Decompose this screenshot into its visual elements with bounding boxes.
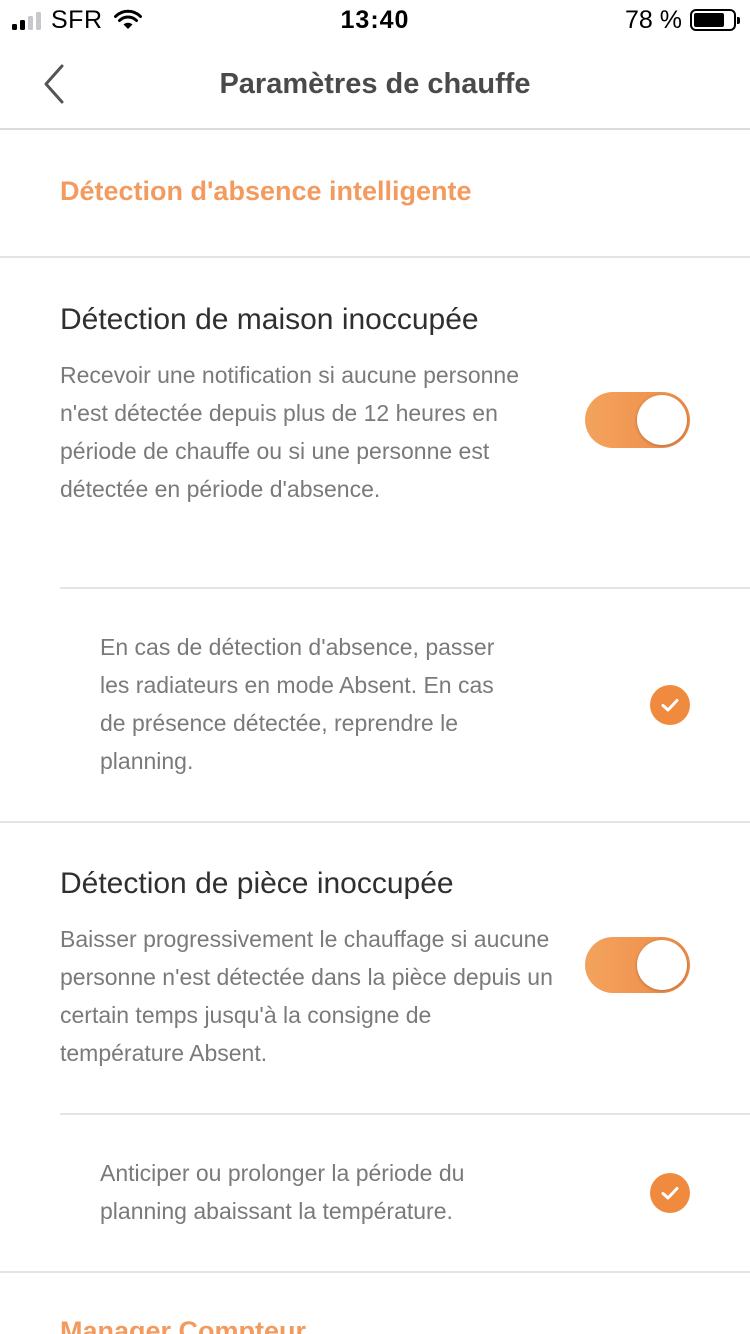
status-right: 78 % — [625, 5, 740, 34]
house-detection-toggle[interactable] — [585, 392, 690, 448]
room-detection-toggle[interactable] — [585, 937, 690, 993]
divider — [0, 256, 750, 258]
battery-icon — [690, 9, 740, 31]
toggle-knob — [637, 940, 687, 990]
nav-bar: Paramètres de chauffe — [0, 40, 750, 130]
section-header-meter: Manager Compteur — [60, 1316, 307, 1334]
battery-percentage: 78 % — [625, 5, 682, 34]
room-anticipate-option-text: Anticiper ou prolonger la période du pla… — [100, 1160, 465, 1224]
page-title: Paramètres de chauffe — [219, 68, 531, 100]
house-detection-description: Recevoir une notification si aucune pers… — [60, 362, 520, 502]
divider — [0, 1271, 750, 1273]
toggle-knob — [637, 395, 687, 445]
divider — [0, 821, 750, 823]
house-detection-title: Détection de maison inoccupée — [60, 303, 479, 336]
room-detection-title: Détection de pièce inoccupée — [60, 867, 454, 900]
section-header-absence: Détection d'absence intelligente — [60, 176, 472, 206]
divider — [60, 587, 750, 589]
checkmark-icon[interactable] — [650, 685, 690, 725]
room-detection-description: Baisser progressivement le chauffage si … — [60, 926, 553, 1066]
checkmark-icon[interactable] — [650, 1173, 690, 1213]
divider — [60, 1113, 750, 1115]
status-bar: SFR 13:40 78 % — [0, 0, 750, 40]
house-absent-mode-option-text: En cas de détection d'absence, passer le… — [100, 634, 495, 774]
